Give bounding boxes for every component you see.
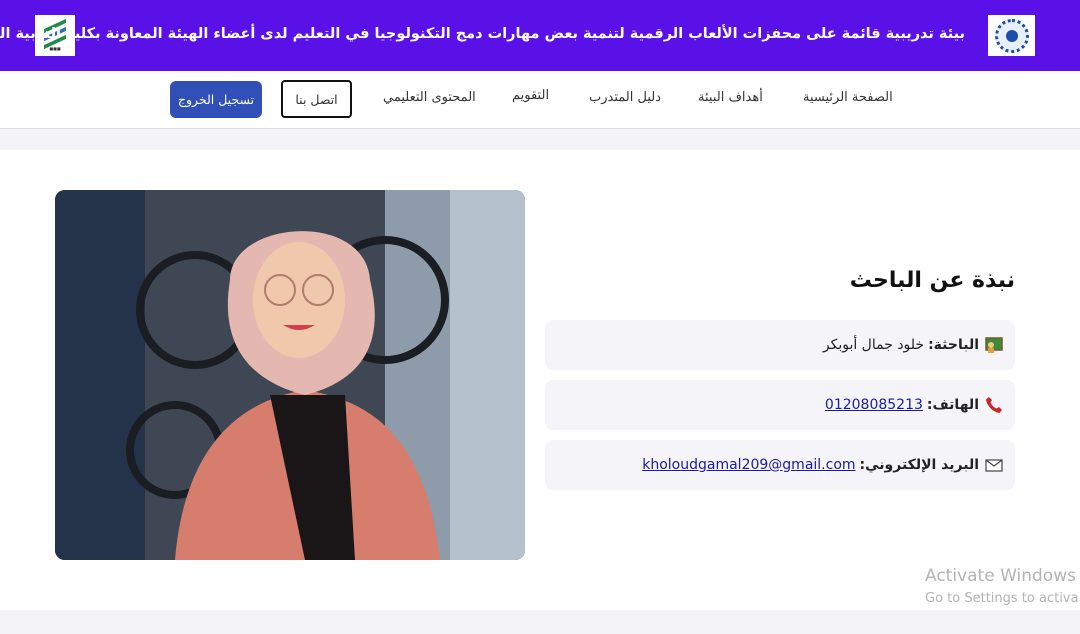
nav-item-goals[interactable]: أهداف البيئة — [698, 90, 763, 105]
phone-icon — [985, 396, 1003, 414]
site-title: بيئة تدريبية قائمة على محفزات الألعاب ال… — [0, 26, 965, 42]
main-nav: الصفحة الرئيسية أهداف البيئة دليل المتدر… — [0, 71, 1080, 129]
email-label: البريد الإلكتروني: — [859, 457, 979, 473]
nav-item-content[interactable]: المحتوى التعليمي — [383, 90, 476, 105]
phone-card: الهاتف: 01208085213 — [545, 380, 1015, 430]
activate-windows-hint: Go to Settings to activa — [925, 591, 1079, 606]
site-header: ■■■ بيئة تدريبية قائمة على محفزات الألعا… — [0, 0, 1080, 71]
envelope-icon — [985, 456, 1003, 474]
about-section: نبذة عن الباحث الباحثة: خلود جمال أبوبكر… — [0, 150, 1080, 610]
email-link[interactable]: kholoudgamal209@gmail.com — [642, 457, 855, 473]
phone-link[interactable]: 01208085213 — [825, 397, 923, 413]
nav-item-home[interactable]: الصفحة الرئيسية — [803, 90, 893, 105]
activate-windows-title: Activate Windows — [925, 566, 1076, 586]
contact-us-button[interactable]: اتصل بنا — [281, 80, 352, 118]
nav-item-trainee-guide[interactable]: دليل المتدرب — [589, 90, 661, 105]
researcher-name-card: الباحثة: خلود جمال أبوبكر — [545, 320, 1015, 370]
email-card: البريد الإلكتروني: kholoudgamal209@gmail… — [545, 440, 1015, 490]
logout-button[interactable]: تسجيل الخروج — [170, 81, 262, 118]
researcher-label: الباحثة: — [928, 337, 979, 353]
nav-item-assessment[interactable]: التقويم — [512, 88, 549, 103]
university-seal-icon — [988, 15, 1035, 56]
researcher-name: خلود جمال أبوبكر — [822, 337, 925, 353]
researcher-photo — [55, 190, 525, 560]
teacher-icon — [985, 336, 1003, 354]
phone-label: الهاتف: — [926, 397, 979, 413]
section-title: نبذة عن الباحث — [849, 268, 1015, 293]
